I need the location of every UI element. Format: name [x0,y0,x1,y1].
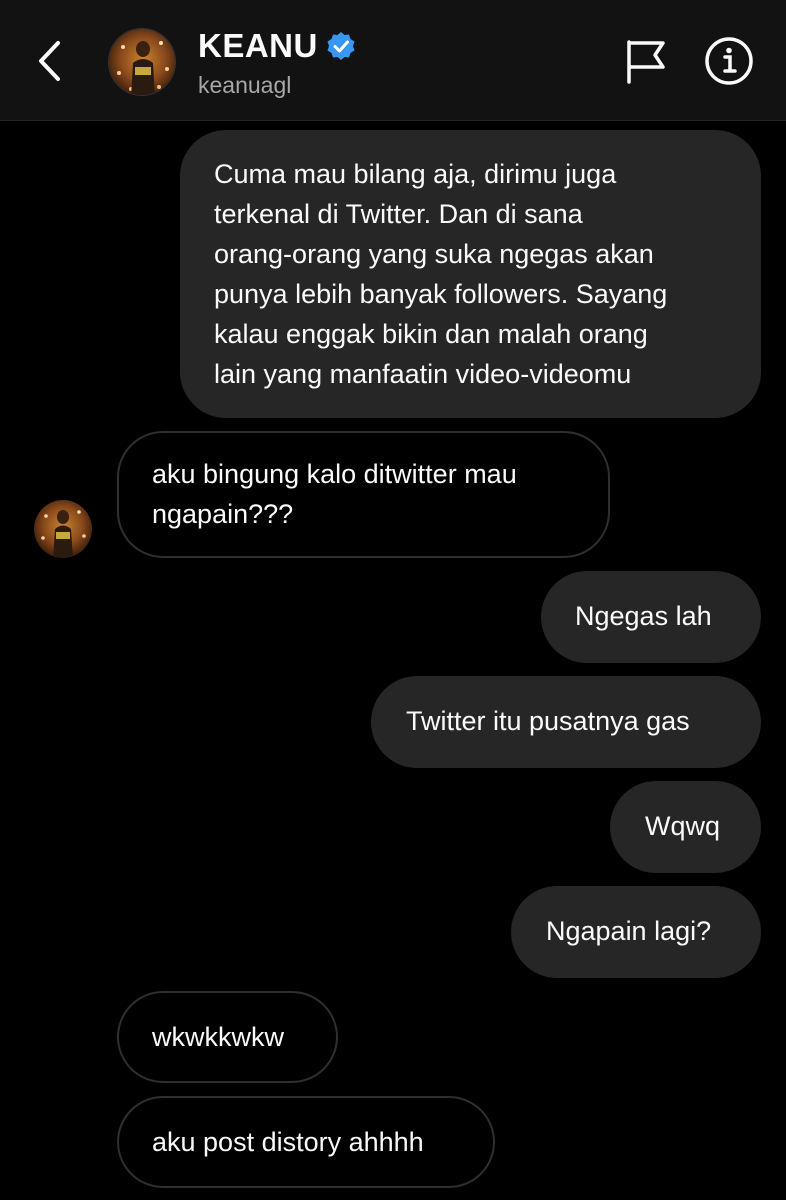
message-bubble-sent[interactable]: Ngapain lagi? [511,886,761,978]
message-bubble-sent[interactable]: Wqwq [610,781,761,873]
contact-name: KEANU [198,27,318,64]
info-button[interactable] [704,36,754,86]
info-circle-icon [705,37,753,85]
verified-badge-icon [326,31,356,61]
profile-avatar[interactable] [108,28,176,96]
message-bubble-received[interactable]: aku post distory ahhhh [117,1096,495,1188]
back-button[interactable] [30,38,70,84]
message-bubble-sent[interactable]: Twitter itu pusatnya gas [371,676,761,768]
contact-username: keanuagl [198,72,292,98]
flag-icon [627,40,665,84]
message-bubble-received[interactable]: aku bingung kalo ditwitter mau ngapain??… [117,431,610,558]
report-button[interactable] [624,38,668,86]
chat-header: KEANU keanuagl [0,0,786,121]
message-bubble-received[interactable]: wkwkkwkw [117,991,338,1083]
chevron-left-icon [39,41,60,81]
contact-title[interactable]: KEANU keanuagl [198,26,356,99]
contact-avatar[interactable] [34,500,92,558]
message-bubble-sent[interactable]: Cuma mau bilang aja, dirimu juga terkena… [180,130,761,418]
message-bubble-sent[interactable]: Ngegas lah [541,571,761,663]
